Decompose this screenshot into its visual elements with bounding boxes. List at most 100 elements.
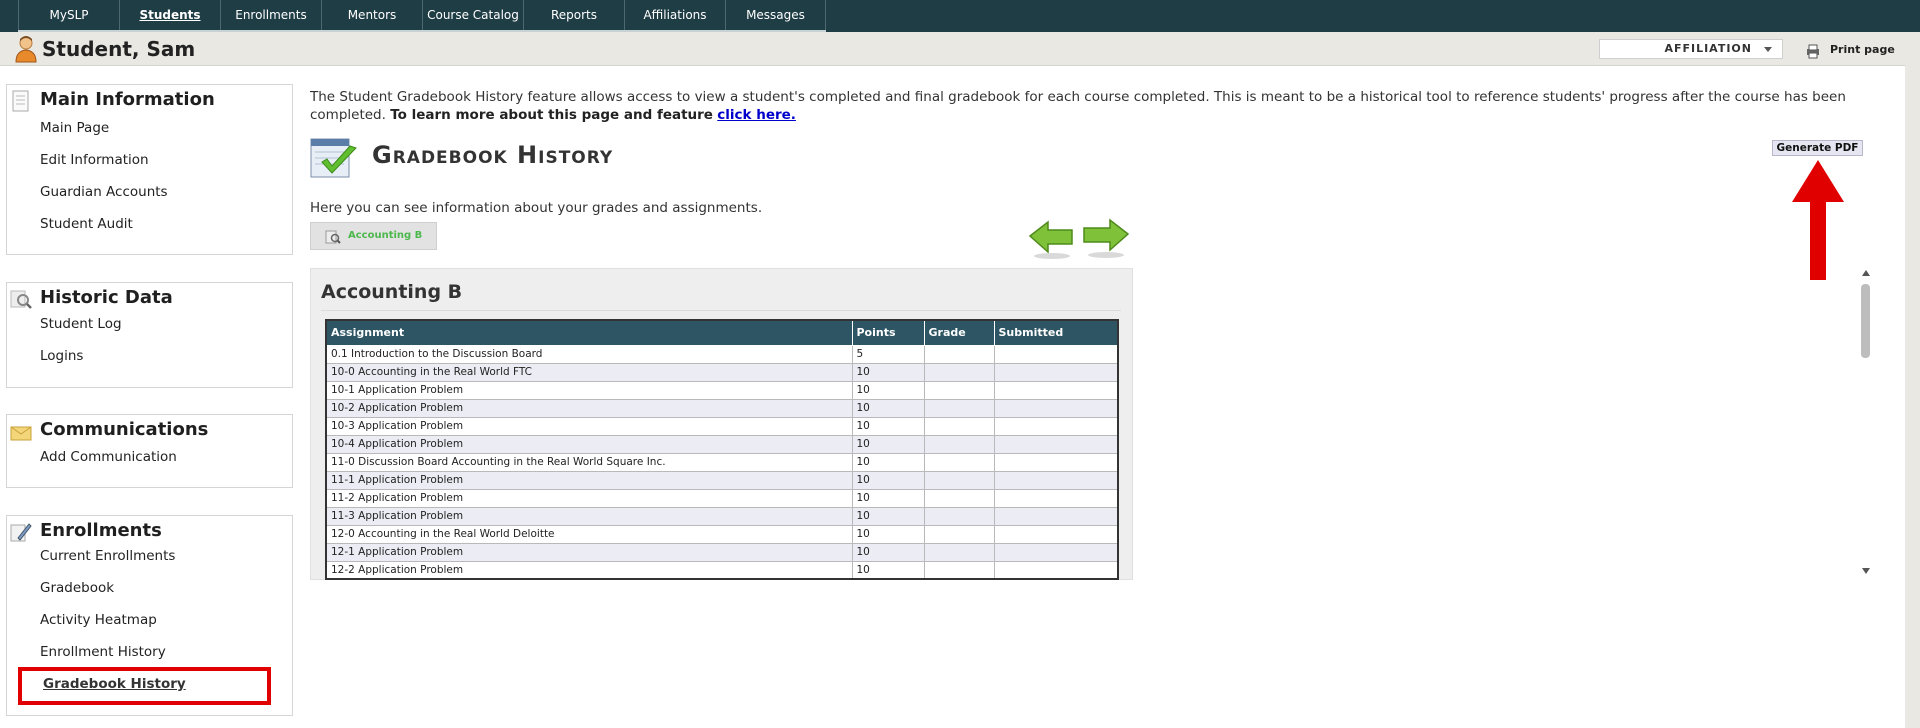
gradebook-table-scroll[interactable]: Assignment Points Grade Submitted 0.1 In… [325,319,1121,581]
student-header: Student, Sam AFFILIATION Print page [0,32,1905,66]
table-row: 11-3 Application Problem 10 [325,506,1119,526]
cell-grade [923,452,995,472]
cell-grade [923,380,995,400]
nav-affiliations[interactable]: Affiliations [624,0,725,32]
nav-mentors[interactable]: Mentors [321,0,422,32]
generate-pdf-button[interactable]: Generate PDF [1772,140,1863,156]
cell-points: 10 [851,362,925,382]
cell-submitted [993,434,1119,454]
cell-points: 10 [851,380,925,400]
vertical-scrollbar[interactable] [1860,270,1872,578]
communications-card: Communications Add Communication [6,414,293,488]
cell-assignment: 10-4 Application Problem [325,434,853,454]
cell-grade [923,470,995,490]
arrow-right-icon[interactable] [1083,218,1130,258]
cell-grade [923,362,995,382]
nav-reports[interactable]: Reports [523,0,624,32]
cell-submitted [993,362,1119,382]
student-name: Student, Sam [42,37,196,61]
cell-assignment: 10-2 Application Problem [325,398,853,418]
table-row: 10-2 Application Problem 10 [325,398,1119,418]
sidebar-link-gradebook[interactable]: Gradebook [40,580,114,596]
cell-assignment: 11-2 Application Problem [325,488,853,508]
cell-grade [923,506,995,526]
document-icon [12,90,29,112]
sidebar-link-activity-heatmap[interactable]: Activity Heatmap [40,612,157,628]
course-title: Accounting B [321,281,463,303]
main-information-card: Main Information Main Page Edit Informat… [6,84,293,255]
scrollbar-thumb[interactable] [1861,284,1870,358]
card-title-main-information: Main Information [40,89,215,110]
table-row: 10-0 Accounting in the Real World FTC 10 [325,362,1119,382]
red-arrow-annotation [1792,160,1844,280]
cell-assignment: 11-1 Application Problem [325,470,853,490]
affiliation-label: AFFILIATION [1664,42,1752,55]
cell-assignment: 10-0 Accounting in the Real World FTC [325,362,853,382]
cell-submitted [993,506,1119,526]
printer-icon[interactable] [1805,43,1821,59]
cell-points: 10 [851,560,925,580]
course-panel: Accounting B Assignment Points Grade Sub… [310,268,1133,580]
sidebar-link-enrollment-history[interactable]: Enrollment History [40,644,166,660]
affiliation-dropdown[interactable]: AFFILIATION [1599,39,1783,59]
nav-items: MySLP Students Enrollments Mentors Cours… [18,0,826,32]
historic-data-card: Historic Data Student Log Logins [6,282,293,388]
nav-students[interactable]: Students [119,0,220,32]
nav-myslp[interactable]: MySLP [18,0,119,32]
cell-points: 10 [851,452,925,472]
cell-points: 5 [851,344,925,364]
column-header-assignment: Assignment [325,319,853,346]
cell-submitted [993,524,1119,544]
cell-assignment: 0.1 Introduction to the Discussion Board [325,344,853,364]
cell-assignment: 12-0 Accounting in the Real World Deloit… [325,524,853,544]
cell-grade [923,524,995,544]
table-row: 11-1 Application Problem 10 [325,470,1119,490]
sidebar-link-student-log[interactable]: Student Log [40,316,122,332]
table-row: 0.1 Introduction to the Discussion Board… [325,344,1119,364]
intro-more-text: To learn more about this page and featur… [390,107,713,123]
cell-submitted [993,542,1119,562]
sidebar-link-add-communication[interactable]: Add Communication [40,449,177,465]
person-icon [15,36,37,63]
cell-points: 10 [851,398,925,418]
nav-course-catalog[interactable]: Course Catalog [422,0,523,32]
cell-submitted [993,452,1119,472]
arrow-left-icon[interactable] [1028,220,1073,259]
cell-assignment: 11-0 Discussion Board Accounting in the … [325,452,853,472]
table-row: 10-4 Application Problem 10 [325,434,1119,454]
sidebar-link-guardian-accounts[interactable]: Guardian Accounts [40,184,168,200]
right-edge-bar [1905,32,1920,728]
table-row: 12-2 Application Problem 10 [325,560,1119,580]
scroll-up-icon[interactable] [1862,270,1870,276]
nav-messages[interactable]: Messages [725,0,826,32]
cell-points: 10 [851,506,925,526]
title-divider [321,310,1121,311]
cell-submitted [993,344,1119,364]
cell-points: 10 [851,488,925,508]
sidebar-link-main-page[interactable]: Main Page [40,120,109,136]
sidebar-link-student-audit[interactable]: Student Audit [40,216,133,232]
sidebar-link-logins[interactable]: Logins [40,348,83,364]
page-title: Gradebook History [372,141,614,169]
sidebar-link-edit-information[interactable]: Edit Information [40,152,149,168]
scroll-down-icon[interactable] [1862,568,1870,574]
card-title-historic-data: Historic Data [40,287,173,308]
cell-assignment: 12-2 Application Problem [325,560,853,580]
print-page-link[interactable]: Print page [1830,43,1895,56]
cell-submitted [993,380,1119,400]
course-tab-accounting-b[interactable]: Accounting B [310,222,437,250]
cell-grade [923,488,995,508]
sidebar-link-gradebook-history[interactable]: Gradebook History [43,676,186,692]
magnifier-icon [10,290,32,309]
chevron-down-icon [1764,47,1772,52]
table-header-row: Assignment Points Grade Submitted [325,319,1119,346]
nav-enrollments[interactable]: Enrollments [220,0,321,32]
column-header-points: Points [851,319,925,346]
click-here-link[interactable]: click here. [717,107,796,123]
cell-points: 10 [851,416,925,436]
gradebook-table: Assignment Points Grade Submitted 0.1 In… [325,319,1119,580]
cell-assignment: 12-1 Application Problem [325,542,853,562]
table-row: 12-1 Application Problem 10 [325,542,1119,562]
sidebar-link-current-enrollments[interactable]: Current Enrollments [40,548,175,564]
cell-submitted [993,398,1119,418]
